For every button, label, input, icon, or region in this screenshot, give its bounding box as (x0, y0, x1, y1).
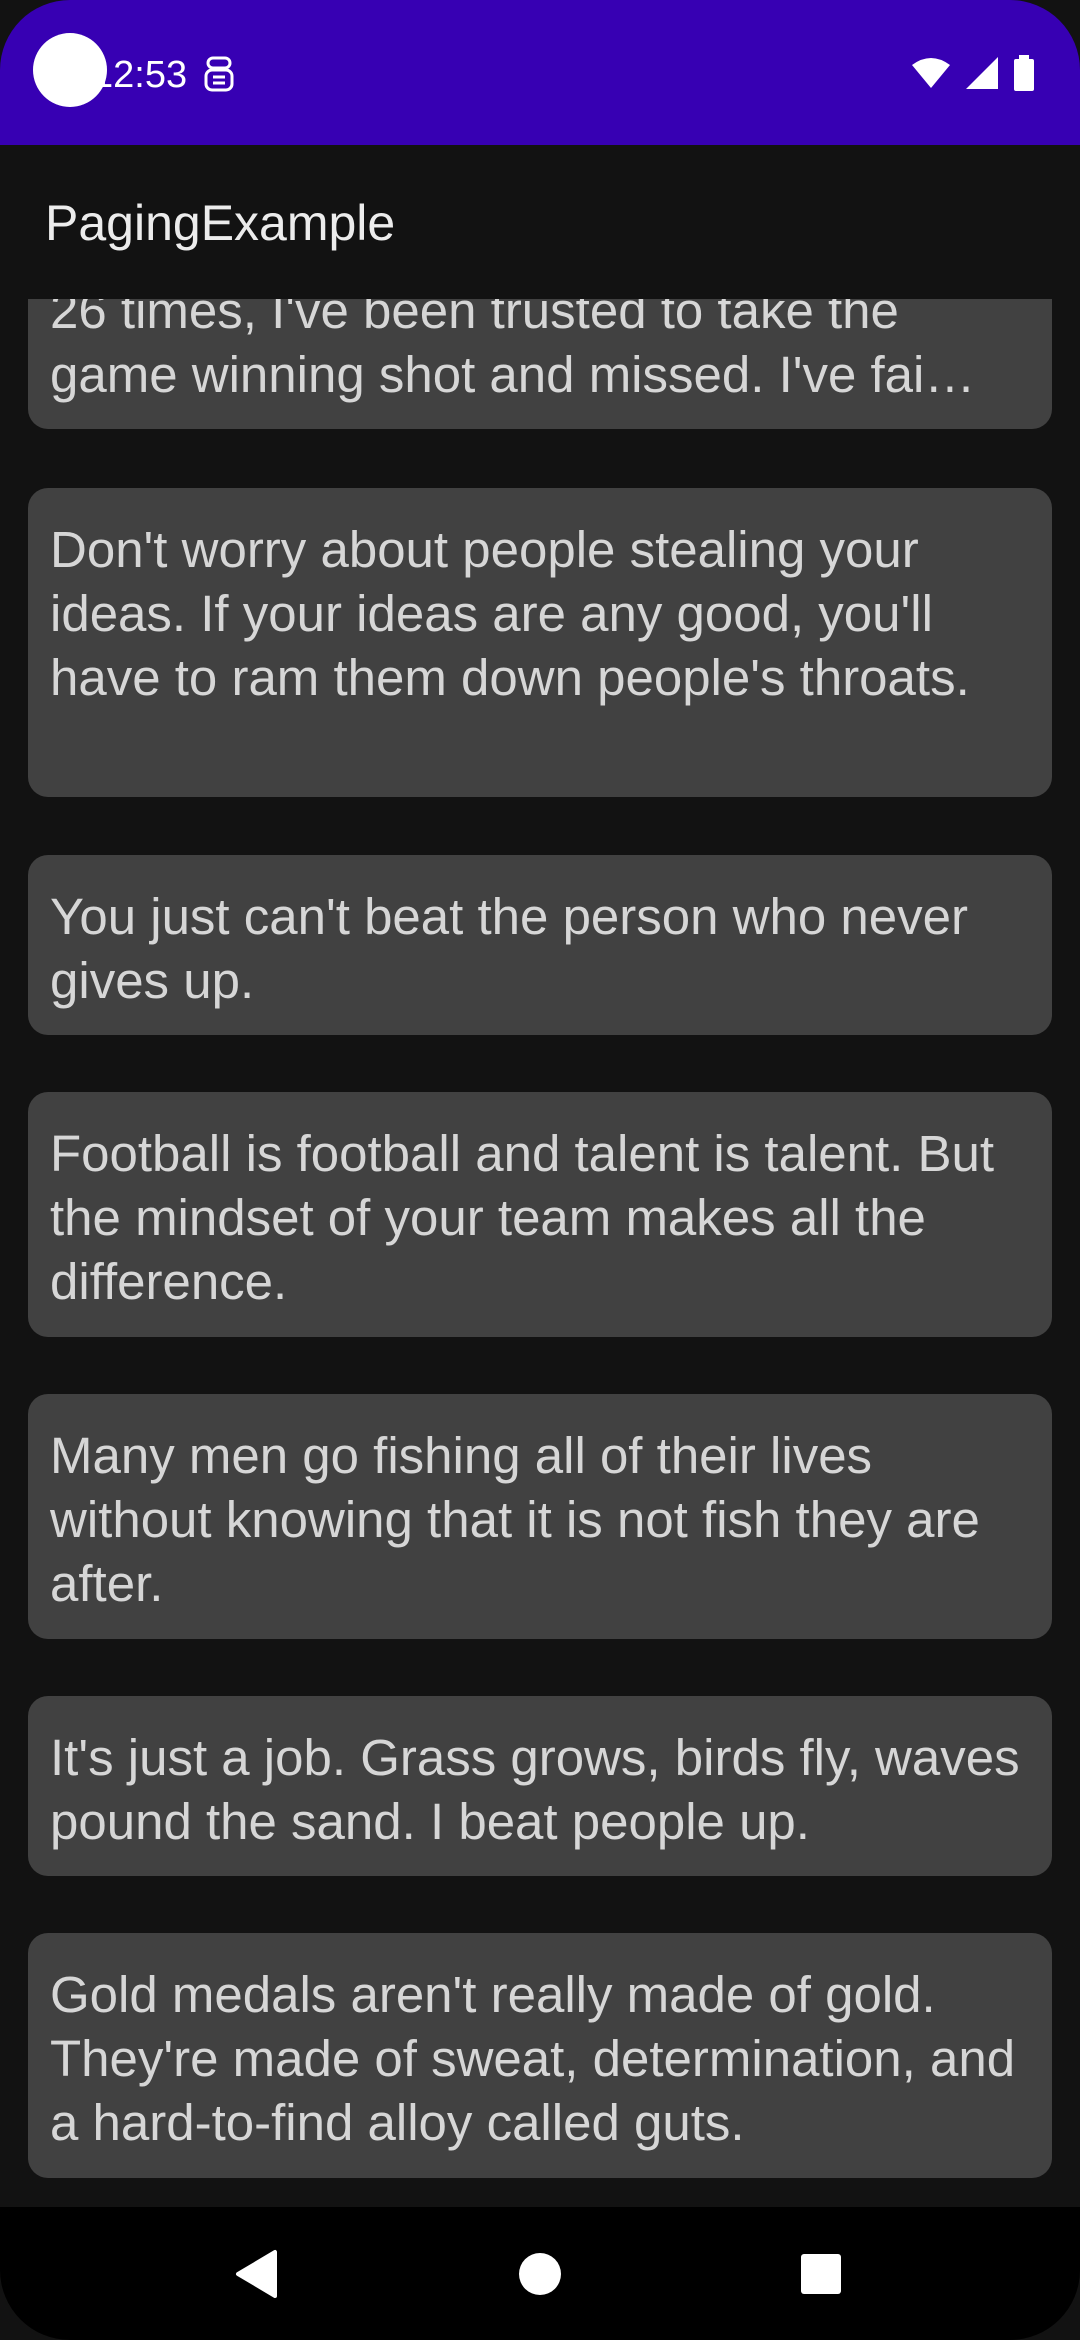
recents-button[interactable] (776, 2229, 866, 2319)
quote-text: Many men go fishing all of their lives w… (50, 1427, 980, 1612)
status-bar: 12:53 (0, 0, 1080, 145)
status-time: 12:53 (92, 54, 188, 96)
back-triangle-icon (236, 2250, 277, 2298)
status-icons (911, 55, 1035, 91)
back-button[interactable] (212, 2229, 302, 2319)
vpn-key-icon (204, 56, 234, 92)
quote-card[interactable]: Gold medals aren't really made of gold. … (28, 1933, 1052, 2178)
quote-card[interactable]: Many men go fishing all of their lives w… (28, 1394, 1052, 1639)
cellular-signal-icon (966, 57, 998, 89)
quote-card[interactable]: Football is football and talent is talen… (28, 1092, 1052, 1337)
navigation-bar (0, 2207, 1080, 2340)
app-bar: PagingExample (0, 145, 1080, 299)
quote-text-line: 26 times, I've been trusted to take the (50, 299, 899, 339)
quote-text: It's just a job. Grass grows, birds fly,… (50, 1729, 1020, 1850)
quote-card[interactable]: You just can't beat the person who never… (28, 855, 1052, 1035)
battery-icon (1014, 55, 1034, 91)
app-title: PagingExample (45, 195, 396, 251)
quote-text: You just can't beat the person who never… (50, 888, 968, 1009)
quote-card[interactable]: 26 times, I've been trusted to take the … (28, 299, 1052, 429)
quote-card[interactable]: Don't worry about people stealing your i… (28, 488, 1052, 797)
quote-text-line: game winning shot and missed. I've fai… (50, 346, 976, 403)
home-button[interactable] (495, 2229, 585, 2319)
recents-square-icon (801, 2254, 841, 2294)
quote-text: Don't worry about people stealing your i… (50, 521, 970, 706)
wifi-icon (912, 58, 950, 88)
quote-text: Football is football and talent is talen… (50, 1125, 995, 1310)
quote-list[interactable]: 26 times, I've been trusted to take the … (0, 299, 1080, 2207)
phone-screen: 12:53 PagingExample 26 times, I've been (0, 0, 1080, 2340)
quote-card[interactable]: It's just a job. Grass grows, birds fly,… (28, 1696, 1052, 1876)
quote-text: Gold medals aren't really made of gold. … (50, 1966, 1016, 2151)
home-circle-icon (519, 2253, 561, 2295)
